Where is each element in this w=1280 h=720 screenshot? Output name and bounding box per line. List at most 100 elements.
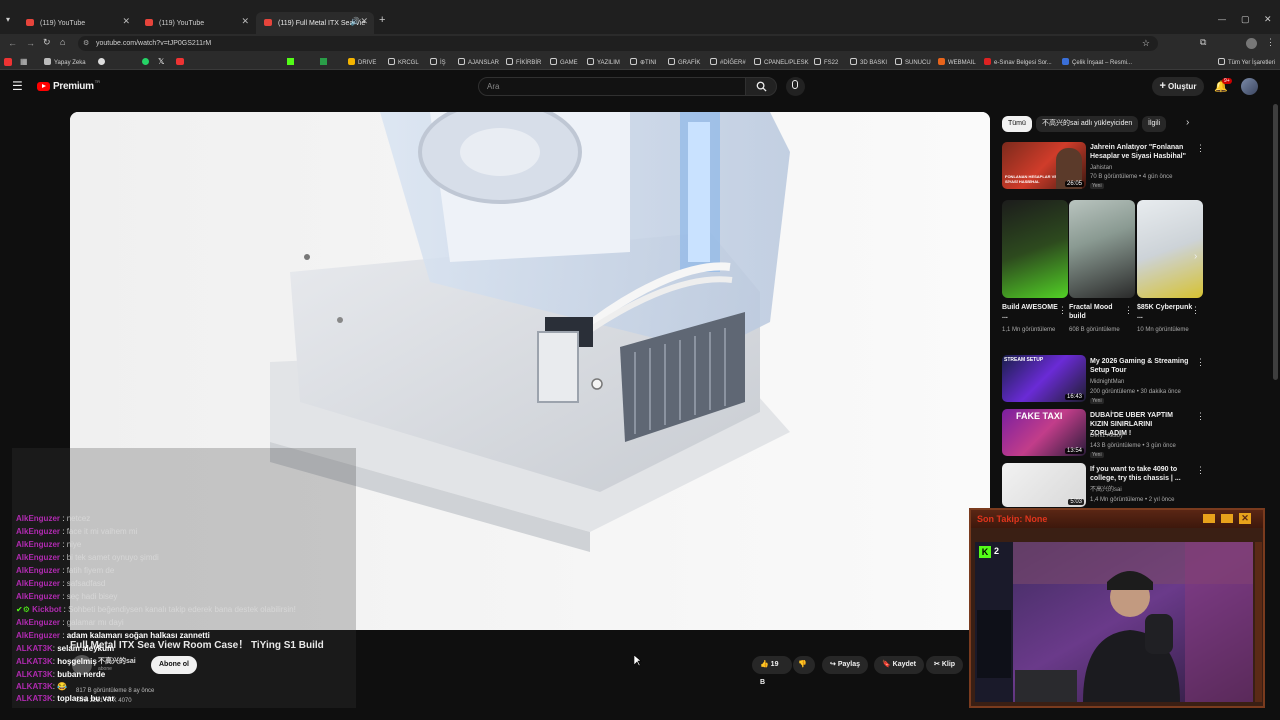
bookmark-item[interactable]: e-Sınav Belgesi Sor... [984,58,1052,66]
bookmark-folder[interactable]: GAME [550,58,578,66]
maximize-icon[interactable] [1221,514,1233,523]
recommendation-channel[interactable]: Jahistan [1090,164,1112,172]
address-bar[interactable]: ⚙ youtube.com/watch?v=tJP0GS211rM ☆ [78,36,1158,51]
chat-text: galamar mı dayi [66,618,124,627]
channel-name[interactable]: 不高兴的sai [98,656,136,666]
youtube-icon[interactable] [176,58,184,65]
recommendation-thumbnail[interactable]: STREAM SETUP 16:43 [1002,355,1086,402]
whatsapp-icon[interactable] [142,58,149,65]
recommendation-title[interactable]: My 2026 Gaming & Streaming Setup Tour [1090,357,1190,375]
subscribe-button[interactable]: Abone ol [151,656,197,674]
search-button[interactable] [745,77,777,96]
chip-all[interactable]: Tümü [1002,116,1032,132]
x-icon[interactable]: 𝕏 [158,57,164,66]
minimize-icon[interactable] [1203,514,1215,523]
bookmark-item[interactable]: DRIVE [348,58,376,66]
recommendation-channel[interactable]: Deniz Aksoy [1090,432,1123,440]
reload-icon[interactable]: ↻ [43,37,51,48]
recommendation-thumbnail[interactable]: FAKE TAXI 13:54 [1002,409,1086,456]
webcam-scrollbar[interactable] [1255,542,1262,702]
clip-button[interactable]: ✂ Klip [926,656,964,674]
close-icon[interactable]: ✕ [1239,513,1251,524]
bookmark-folder[interactable]: 3D BASKI [850,58,887,66]
short-thumbnail[interactable] [1002,200,1068,298]
kick-icon[interactable] [287,58,294,65]
tab-list-icon[interactable]: ▾ [6,15,10,24]
short-thumbnail[interactable] [1069,200,1135,298]
webcam-feed: K 2 [975,542,1253,702]
browser-tab[interactable]: (119) YouTube ✕ [18,12,136,34]
close-window-icon[interactable]: ✕ [1264,14,1272,25]
back-icon[interactable]: ← [8,38,17,48]
home-icon[interactable]: ⌂ [60,37,65,47]
menu-icon[interactable]: ☰ [12,79,23,93]
search-input[interactable]: Ara [478,77,746,96]
more-options-icon[interactable]: ⋮ [1196,143,1205,154]
more-options-icon[interactable]: ⋮ [1196,411,1205,422]
bookmark-folder[interactable]: KRCGL [388,58,419,66]
close-tab-icon[interactable]: ✕ [360,16,368,27]
profile-avatar[interactable] [1246,38,1257,49]
new-tab-icon[interactable]: + [379,14,385,26]
maximize-icon[interactable]: ▢ [1241,14,1250,25]
more-options-icon[interactable]: ⋮ [1124,305,1133,316]
bookmark-app-icon[interactable] [4,58,12,66]
bookmark-folder[interactable]: #DİĞER# [710,58,746,66]
bookmark-folder[interactable]: CPANEL/PLESK [754,58,809,66]
extensions-icon[interactable]: ⧉ [1200,37,1206,48]
like-button[interactable]: 👍 19 B [752,656,792,686]
recommendation-title[interactable]: Jahrein Anlatıyor "Fonlanan Hesaplar ve … [1090,143,1190,161]
bookmark-folder[interactable]: FİKİRBİR [506,58,541,66]
page-scrollbar[interactable] [1273,104,1278,380]
recommendation-channel[interactable]: 不高兴的sai [1090,486,1122,494]
bookmark-folder[interactable]: AJANSLAR [458,58,499,66]
bookmark-item[interactable]: Çelik İnşaat – Resmi... [1062,58,1132,66]
recommendation-thumbnail[interactable]: 5:03 [1002,463,1086,507]
save-button[interactable]: 🔖 Kaydet [874,656,925,674]
minimize-icon[interactable]: — [1218,15,1226,24]
more-options-icon[interactable]: ⋮ [1196,465,1205,476]
bookmark-folder[interactable]: İŞ [430,58,446,66]
short-title[interactable]: Build AWESOME ... [1002,303,1060,321]
chrome-icon[interactable] [98,58,105,65]
close-tab-icon[interactable]: ✕ [122,16,130,27]
dislike-button[interactable]: 👎 [793,656,815,674]
short-title[interactable]: Fractal Mood build [1069,303,1127,321]
logo-text: Premium [53,81,94,92]
more-options-icon[interactable]: ⋮ [1196,357,1205,368]
more-options-icon[interactable]: ⋮ [1191,305,1200,316]
apps-grid-icon[interactable]: ▦ [20,57,28,66]
bookmark-folder[interactable]: ⊕TINI [630,58,656,66]
bookmark-item[interactable]: Yapay Zeka [44,58,86,66]
youtube-logo[interactable]: Premium TR [37,79,100,92]
share-button[interactable]: ↪ Paylaş [822,656,869,674]
recommendation-thumbnail[interactable]: FONLANAN HESAPLAR VE SİYASİ HASBİHAL 26:… [1002,142,1086,189]
shorts-next-icon[interactable]: › [1194,251,1197,262]
recommendation-channel[interactable]: MidnightMan [1090,378,1124,386]
chip-from-uploader[interactable]: 不高兴的sai adlı yükleyiciden [1036,116,1139,132]
bookmark-folder[interactable]: FS22 [814,58,838,66]
more-options-icon[interactable]: ⋮ [1058,305,1067,316]
bookmark-folder[interactable]: YAZILIM [587,58,620,66]
close-tab-icon[interactable]: ✕ [241,16,249,27]
voice-search-button[interactable] [786,77,805,96]
short-title[interactable]: $85K Cyberpunk ... [1137,303,1195,321]
browser-tab-active[interactable]: (119) Full Metal ITX Sea Vie 🔊 ✕ [256,12,374,34]
bookmark-folder[interactable]: GRAFİK [668,58,700,66]
site-info-icon[interactable]: ⚙ [83,36,89,51]
audio-icon[interactable]: 🔊 [350,17,360,26]
bookmark-star-icon[interactable]: ☆ [1142,36,1150,51]
chip-related[interactable]: İlgili [1142,116,1167,132]
short-thumbnail[interactable] [1137,200,1203,298]
sheets-icon[interactable] [320,58,327,65]
create-button[interactable]: + Oluştur [1152,77,1204,96]
all-bookmarks[interactable]: Tüm Yer İşaretleri [1218,58,1275,66]
browser-tab[interactable]: (119) YouTube ✕ [137,12,255,34]
account-avatar[interactable] [1241,78,1258,95]
forward-icon[interactable]: → [26,38,35,48]
chevron-right-icon[interactable]: › [1186,117,1189,128]
browser-menu-icon[interactable]: ⋮ [1266,37,1275,48]
recommendation-title[interactable]: If you want to take 4090 to college, try… [1090,465,1190,483]
bookmark-item[interactable]: WEBMAIL [938,58,976,66]
bookmark-folder[interactable]: SUNUCU [895,58,931,66]
